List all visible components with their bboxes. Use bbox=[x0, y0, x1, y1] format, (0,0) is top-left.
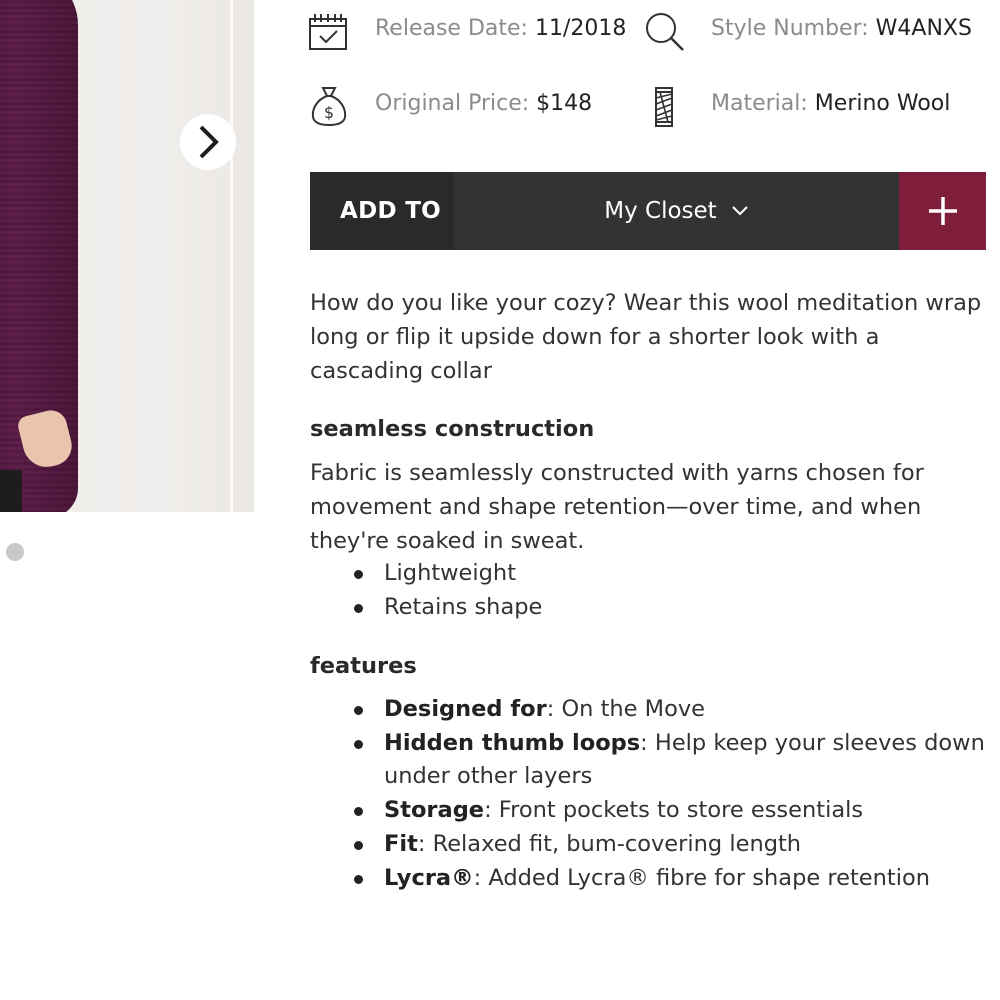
model-legging bbox=[0, 470, 22, 512]
carousel-dot[interactable] bbox=[6, 543, 24, 561]
add-button[interactable] bbox=[899, 172, 986, 250]
style-number: Style Number: W4ANXS bbox=[711, 16, 972, 41]
closet-dropdown[interactable]: My Closet bbox=[454, 172, 899, 250]
feature-text: : Added Lycra® fibre for shape retention bbox=[473, 864, 930, 891]
list-item: Retains shape bbox=[354, 591, 990, 625]
feature-label: Lycra® bbox=[384, 864, 474, 891]
calendar-icon bbox=[309, 14, 347, 50]
list-item: Fit: Relaxed fit, bum-covering length bbox=[354, 828, 990, 862]
feature-label: Fit bbox=[384, 830, 418, 857]
seamless-heading: seamless construction bbox=[310, 416, 595, 442]
add-to-label: ADD TO bbox=[310, 172, 454, 250]
feature-label: Storage bbox=[384, 797, 485, 824]
money-bag-icon: $ bbox=[311, 87, 347, 127]
features-heading: features bbox=[310, 653, 417, 679]
style-number-label: Style Number: bbox=[711, 16, 869, 41]
seamless-list: Lightweight Retains shape bbox=[310, 557, 990, 624]
material: Material: Merino Wool bbox=[711, 91, 950, 116]
chevron-down-icon bbox=[732, 206, 748, 216]
list-item: Designed for: On the Move bbox=[354, 693, 990, 727]
release-date: Release Date: 11/2018 bbox=[375, 16, 626, 41]
search-icon bbox=[646, 13, 684, 51]
style-number-value: W4ANXS bbox=[875, 16, 972, 41]
feature-text: : On the Move bbox=[546, 696, 705, 722]
seamless-text: Fabric is seamlessly constructed with ya… bbox=[310, 460, 924, 554]
feature-label: Hidden thumb loops bbox=[384, 729, 641, 756]
material-value: Merino Wool bbox=[814, 91, 951, 116]
yarn-spool-icon bbox=[655, 87, 673, 127]
photo-divider bbox=[230, 0, 233, 512]
add-to-closet-bar: ADD TO My Closet bbox=[310, 172, 986, 250]
product-image[interactable] bbox=[0, 0, 254, 512]
original-price-value: $148 bbox=[536, 91, 593, 116]
feature-label: Designed for bbox=[384, 696, 547, 722]
original-price-label: Original Price: bbox=[375, 91, 530, 116]
release-date-value: 11/2018 bbox=[534, 16, 627, 41]
chevron-right-icon bbox=[199, 125, 219, 159]
feature-text: : Front pockets to store essentials bbox=[484, 797, 864, 824]
features-list: Designed for: On the Move Hidden thumb l… bbox=[310, 693, 990, 895]
feature-text: : Relaxed fit, bum-covering length bbox=[417, 830, 802, 857]
material-label: Material: bbox=[711, 91, 808, 116]
plus-icon bbox=[928, 197, 957, 225]
list-item: Hidden thumb loops: Help keep your sleev… bbox=[354, 727, 990, 794]
list-item: Lightweight bbox=[354, 557, 990, 591]
svg-text:$: $ bbox=[324, 103, 334, 122]
list-item: Storage: Front pockets to store essentia… bbox=[354, 794, 990, 828]
list-item: Lycra®: Added Lycra® fibre for shape ret… bbox=[354, 862, 990, 896]
closet-dropdown-value: My Closet bbox=[604, 198, 717, 224]
release-date-label: Release Date: bbox=[375, 16, 528, 41]
original-price: Original Price: $148 bbox=[375, 91, 592, 116]
product-description: How do you like your cozy? Wear this woo… bbox=[310, 290, 982, 384]
next-image-button[interactable] bbox=[180, 114, 236, 170]
